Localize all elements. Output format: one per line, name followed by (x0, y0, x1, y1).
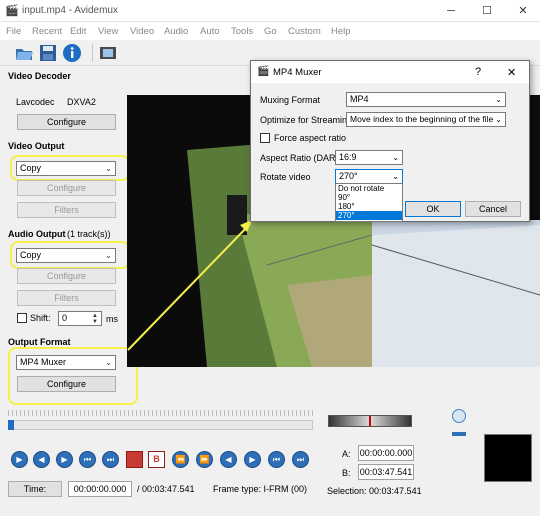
next-icon[interactable]: ▶ (56, 451, 73, 468)
chevron-down-icon: ⌄ (495, 113, 502, 126)
aspect-ratio-label: Aspect Ratio (DAR) (260, 153, 339, 163)
aspect-ratio-value: 16:9 (339, 152, 357, 162)
streaming-select[interactable]: Move index to the beginning of the file … (346, 112, 506, 127)
marker-a-label: A: (342, 449, 351, 459)
selection-duration: Selection: 00:03:47.541 (327, 486, 422, 496)
rotate-option-selected[interactable]: 270° (336, 211, 402, 220)
timeline-slider[interactable] (8, 420, 313, 430)
rotate-video-label: Rotate video (260, 172, 311, 182)
help-button[interactable]: ? (475, 66, 481, 78)
muxing-format-label: Muxing Format (260, 95, 321, 105)
volume-knob[interactable] (452, 409, 466, 423)
chevron-down-icon: ⌄ (392, 153, 399, 162)
mp4-muxer-dialog: 🎬 MP4 Muxer ? ✕ Muxing Format MP4 ⌄ Opti… (250, 60, 530, 222)
jog-shuttle[interactable] (328, 415, 412, 427)
timeline-handle[interactable] (8, 420, 14, 430)
mini-preview (484, 434, 532, 482)
set-marker-b-icon[interactable]: B (148, 451, 165, 468)
rotate-video-select[interactable]: 270° ⌄ (335, 169, 403, 184)
next-black-frame-icon[interactable]: ▶ (244, 451, 261, 468)
force-aspect-label: Force aspect ratio (274, 133, 347, 143)
cancel-button[interactable]: Cancel (465, 201, 521, 217)
chevron-down-icon: ⌄ (495, 95, 502, 104)
muxing-format-value: MP4 (350, 94, 369, 104)
next-keyframe-icon[interactable]: ⏭ (102, 451, 119, 468)
total-time: / 00:03:47.541 (137, 484, 195, 494)
goto-marker-b-icon[interactable]: ⏩ (196, 451, 213, 468)
rotate-video-value: 270° (339, 171, 358, 181)
play-icon[interactable]: ▶ (11, 451, 28, 468)
force-aspect-checkbox[interactable] (260, 133, 270, 143)
marker-b-label: B: (342, 468, 351, 478)
goto-marker-a-icon[interactable]: ⏪ (172, 451, 189, 468)
last-frame-icon[interactable]: ⏭ (292, 451, 309, 468)
dialog-title-bar: 🎬 MP4 Muxer ? ✕ (251, 61, 529, 83)
app-clapper-icon: 🎬 (257, 66, 270, 77)
streaming-label: Optimize for Streaming (260, 115, 353, 125)
muxing-format-select[interactable]: MP4 ⌄ (346, 92, 506, 107)
set-marker-a-icon[interactable] (126, 451, 143, 468)
previous-icon[interactable]: ◀ (33, 451, 50, 468)
rotate-option[interactable]: 180° (336, 202, 402, 211)
previous-black-frame-icon[interactable]: ◀ (220, 451, 237, 468)
chevron-down-icon: ⌄ (392, 172, 399, 181)
current-time-field[interactable]: 00:00:00.000 (68, 481, 132, 497)
frame-type: Frame type: I-FRM (00) (213, 484, 308, 494)
previous-keyframe-icon[interactable]: ⏮ (79, 451, 96, 468)
volume-bar[interactable] (452, 432, 466, 436)
dialog-title: MP4 Muxer (273, 67, 322, 78)
rotate-option[interactable]: Do not rotate (336, 184, 402, 193)
marker-a-field[interactable]: 00:00:00.000 (358, 445, 414, 461)
rotate-dropdown-list: Do not rotate 90° 180° 270° (335, 183, 403, 222)
streaming-value: Move index to the beginning of the file (350, 114, 494, 124)
rotate-option[interactable]: 90° (336, 193, 402, 202)
aspect-ratio-select[interactable]: 16:9 ⌄ (335, 150, 403, 165)
jog-marker (369, 416, 371, 426)
timeline-ticks (8, 410, 313, 416)
time-button[interactable]: Time: (8, 481, 62, 497)
ok-button[interactable]: OK (405, 201, 461, 217)
marker-b-field[interactable]: 00:03:47.541 (358, 464, 414, 480)
dialog-close-button[interactable]: ✕ (507, 66, 516, 79)
first-frame-icon[interactable]: ⏮ (268, 451, 285, 468)
